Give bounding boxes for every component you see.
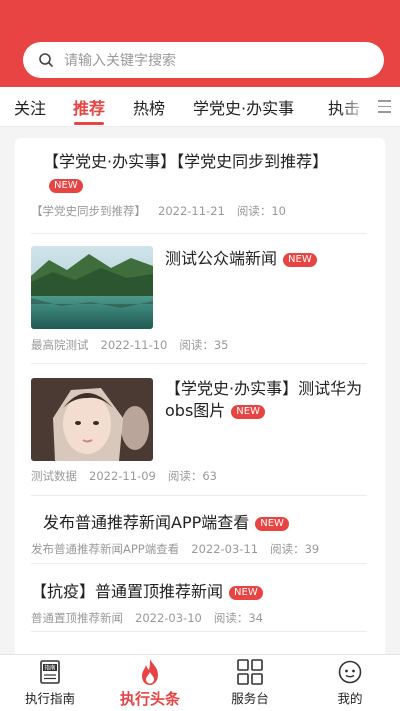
news-item[interactable]: 【抗疫】普通置顶推荐新闻 NEW 普通置顶推荐新闻 2022-03-10 阅读：34 <box>31 564 367 632</box>
app-header: 请输入关键字搜索 <box>0 0 400 87</box>
news-reads: 阅读：34 <box>213 611 263 625</box>
news-meta: 测试数据 2022-11-09 阅读：63 <box>31 468 229 484</box>
news-date: 2022-11-09 <box>89 469 156 483</box>
new-badge: NEW <box>255 517 289 531</box>
nav-service-desk-label: 服务台 <box>231 691 269 706</box>
nav-profile-label: 我的 <box>337 691 363 706</box>
news-item[interactable]: 【学党史·办实事】【学党史同步到推荐】 NEW 【学党史同步到推荐】 2022-11… <box>31 150 367 234</box>
news-title: 【学党史·办实事】测试华为obs图片 NEW <box>165 378 367 422</box>
active-tab-indicator <box>74 122 104 125</box>
flame-icon <box>137 658 163 686</box>
news-date: 2022-03-11 <box>191 542 259 556</box>
news-reads: 阅读：10 <box>236 204 286 218</box>
news-reads: 阅读：35 <box>179 338 229 352</box>
news-source: 最高院测试 <box>31 338 89 352</box>
news-meta: 普通置顶推荐新闻 2022-03-10 阅读：34 <box>31 610 275 626</box>
news-item[interactable]: 【学党史·办实事】测试华为obs图片 NEW 测试数据 2022-11-09 阅读：6… <box>31 364 367 496</box>
news-reads: 阅读：63 <box>167 469 217 483</box>
news-list: 【学党史·办实事】【学党史同步到推荐】 NEW 【学党史同步到推荐】 2022-11… <box>15 138 385 658</box>
new-badge: NEW <box>283 253 317 267</box>
tab-fade <box>340 87 368 126</box>
search-placeholder: 请输入关键字搜索 <box>64 53 176 69</box>
tab-party-history[interactable]: 学党史·办实事 <box>193 95 294 119</box>
new-badge: NEW <box>229 586 263 600</box>
news-title: 【学党史·办实事】【学党史同步到推荐】 NEW <box>43 150 365 196</box>
news-source: 测试数据 <box>31 469 77 483</box>
tab-menu-icon[interactable] <box>368 87 400 126</box>
svg-text:指南: 指南 <box>44 664 56 672</box>
nav-service-desk[interactable]: 服务台 <box>200 655 300 711</box>
news-title: 测试公众端新闻 NEW <box>165 248 367 270</box>
news-date: 2022-11-10 <box>100 338 168 352</box>
tab-hot-list[interactable]: 热榜 <box>133 95 165 119</box>
nav-guide[interactable]: 指南 执行指南 <box>0 655 100 711</box>
news-item[interactable]: 发布普通推荐新闻APP端查看 NEW 发布普通推荐新闻APP端查看 2022-03-… <box>31 496 367 564</box>
news-title: 发布普通推荐新闻APP端查看 NEW <box>43 511 365 534</box>
girl-portrait-image <box>31 378 153 461</box>
news-source: 普通置顶推荐新闻 <box>31 611 123 625</box>
search-icon <box>39 53 53 67</box>
news-meta: 【学党史同步到推荐】 2022-11-21 阅读：10 <box>31 203 298 219</box>
news-date: 2022-11-21 <box>158 204 225 218</box>
nav-guide-label: 执行指南 <box>24 691 75 706</box>
lake-landscape-image <box>31 246 153 329</box>
news-title-text: 测试公众端新闻 <box>165 249 278 268</box>
news-title-text: 发布普通推荐新闻APP端查看 <box>43 513 250 532</box>
news-title-text: 【抗疫】普通置顶推荐新闻 <box>31 582 224 601</box>
news-title-text: 【学党史·办实事】【学党史同步到推荐】 <box>43 152 329 171</box>
news-item[interactable]: 测试公众端新闻 NEW 最高院测试 2022-11-10 阅读：35 <box>31 234 367 364</box>
new-badge: NEW <box>49 179 83 193</box>
nav-headlines-label: 执行头条 <box>119 690 180 708</box>
bottom-nav: 指南 执行指南 执行头条 服务台 我的 <box>0 654 400 711</box>
news-meta: 发布普通推荐新闻APP端查看 2022-03-11 阅读：39 <box>31 541 331 557</box>
tab-recommended[interactable]: 推荐 <box>73 95 105 119</box>
news-date: 2022-03-10 <box>135 611 202 625</box>
category-tabs: 关注 推荐 热榜 学党史·办实事 执击 <box>0 87 400 127</box>
new-badge: NEW <box>231 405 265 419</box>
news-source: 发布普通推荐新闻APP端查看 <box>31 542 180 556</box>
search-bar[interactable]: 请输入关键字搜索 <box>23 42 384 78</box>
smiley-profile-icon <box>337 658 363 686</box>
tab-follow[interactable]: 关注 <box>14 95 46 119</box>
news-title: 【抗疫】普通置顶推荐新闻 NEW <box>31 580 365 603</box>
nav-profile[interactable]: 我的 <box>300 655 400 711</box>
guide-book-icon: 指南 <box>37 658 63 686</box>
news-reads: 阅读：39 <box>270 542 320 556</box>
grid-icon <box>236 658 264 686</box>
news-meta: 最高院测试 2022-11-10 阅读：35 <box>31 337 240 353</box>
nav-headlines[interactable]: 执行头条 <box>100 655 200 711</box>
news-source: 【学党史同步到推荐】 <box>31 204 146 218</box>
